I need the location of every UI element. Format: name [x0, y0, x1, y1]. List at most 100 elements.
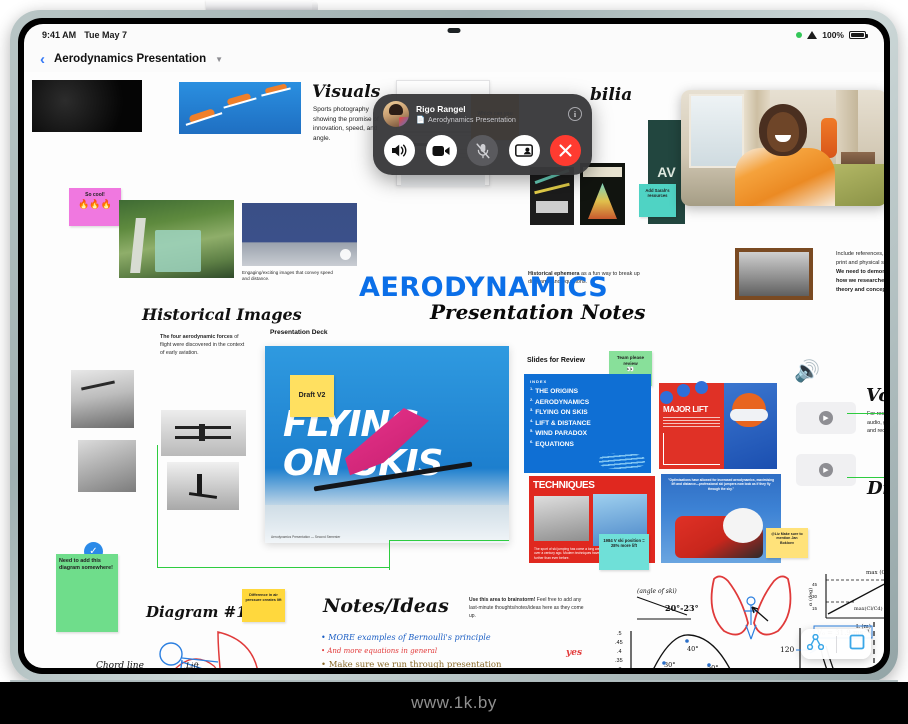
list-item: • Make sure we run through presentation: [321, 660, 502, 668]
svg-text:Chord line: Chord line: [96, 661, 144, 668]
close-x-icon: [559, 144, 572, 157]
chevron-down-icon[interactable]: ▼: [215, 55, 223, 64]
photo-ski-jumpers-blue[interactable]: [179, 82, 301, 134]
page-title: Aerodynamics Presentation: [54, 53, 207, 65]
list-item: 2. AERODYNAMICS: [530, 396, 590, 406]
major-lift-title: MAJOR LIFT: [663, 405, 708, 414]
square-shape-icon[interactable]: [849, 634, 865, 655]
memorabilia-heading: bilia: [590, 85, 633, 105]
shared-doc-name: Aerodynamics Presentation: [427, 114, 516, 124]
participant-body: [735, 148, 835, 206]
shared-doc-row: 📄 Aerodynamics Presentation: [416, 115, 516, 124]
back-chevron-icon[interactable]: ‹: [40, 52, 45, 67]
play-circle-icon[interactable]: ▶: [819, 463, 833, 477]
ipad-screen: 9:41 AM Tue May 7 100% ‹ Aerodynamics Pr…: [24, 24, 884, 668]
toolbar-divider: [836, 635, 837, 653]
svg-text:Lift: Lift: [185, 661, 200, 668]
facetime-header: Rigo Rangel 📄 Aerodynamics Presentation …: [383, 101, 582, 127]
play-circle-icon[interactable]: ▶: [819, 411, 833, 425]
photo-ski-ramp-blue[interactable]: [242, 203, 357, 266]
video-bg-window: [689, 94, 744, 168]
svg-text:120: 120: [780, 645, 795, 654]
participant-face: [767, 112, 799, 152]
card-index[interactable]: INDEX 1. THE ORIGINS 2. AERODYNAMICS 3. …: [524, 374, 651, 473]
status-date: Tue May 7: [84, 30, 128, 40]
watermark-band: www.1k.by: [0, 682, 908, 724]
list-item: 3. FLYING ON SKIS: [530, 407, 588, 417]
speaker-button[interactable]: [384, 135, 415, 166]
historical-body: The four aerodynamic forces of flight we…: [160, 334, 245, 357]
list-item: 6. EQUATIONS: [530, 438, 574, 448]
microphone-button[interactable]: [467, 135, 498, 166]
battery-percent: 100%: [822, 30, 844, 40]
shape-connector-icon[interactable]: [806, 633, 825, 655]
board-subtitle: Presentation Notes: [430, 300, 646, 324]
diagrams-heading-partial: Di: [867, 478, 884, 499]
card-quote-athlete[interactable]: "Optimisations have allowed for increase…: [661, 474, 781, 563]
ipad-bezel: 9:41 AM Tue May 7 100% ‹ Aerodynamics Pr…: [18, 18, 890, 674]
sticky-so-cool[interactable]: So cool! 🔥🔥🔥: [69, 188, 121, 226]
play-circle-icon[interactable]: [340, 249, 351, 260]
athlete-quote: "Optimisations have allowed for increase…: [667, 478, 775, 491]
watermark-text: www.1k.by: [411, 693, 497, 712]
svg-text:α (deg): α (deg): [807, 588, 814, 606]
end-call-button[interactable]: [550, 135, 581, 166]
shareplay-button[interactable]: [508, 135, 540, 166]
index-label: INDEX: [530, 379, 548, 384]
speaker-wave-icon[interactable]: 🔊: [794, 360, 820, 384]
photo-ski-hill[interactable]: [119, 200, 234, 278]
participant-name: Rigo Rangel: [416, 104, 466, 115]
svg-text:45: 45: [812, 582, 818, 587]
screenshot-root: 9:41 AM Tue May 7 100% ‹ Aerodynamics Pr…: [0, 0, 908, 724]
facetime-controls: [383, 135, 582, 166]
index-list: 1. THE ORIGINS 2. AERODYNAMICS 3. FLYING…: [530, 386, 645, 449]
share-screen-icon: [515, 143, 533, 157]
facetime-video-tile[interactable]: [681, 90, 884, 206]
photo-glider-1[interactable]: [71, 370, 134, 428]
list-item: 1. THE ORIGINS: [530, 386, 579, 396]
video-camera-icon: [432, 145, 450, 156]
svg-text:40°: 40°: [687, 645, 699, 653]
photo-glider-2[interactable]: [78, 440, 136, 492]
photo-framed-landscape[interactable]: [735, 248, 813, 300]
connector-green-deck: [157, 445, 389, 568]
connector-green-voice: [847, 413, 884, 478]
facetime-control-pill[interactable]: Rigo Rangel 📄 Aerodynamics Presentation …: [373, 94, 592, 175]
info-icon[interactable]: i: [568, 107, 582, 121]
fire-emoji: 🔥🔥🔥: [78, 199, 112, 210]
svg-text:.35: .35: [615, 658, 623, 664]
sticky-draft-v2[interactable]: Draft V2: [290, 375, 334, 417]
deck-label: Presentation Deck: [270, 329, 328, 336]
status-time: 9:41 AM: [42, 30, 77, 40]
avatar: [383, 101, 409, 127]
document-icon: 📄: [416, 114, 425, 124]
list-item: • And more equations in general: [321, 647, 438, 655]
svg-text:20°-23°: 20°-23°: [665, 603, 699, 613]
photo-ski-night[interactable]: [32, 80, 142, 132]
voice-heading: Vo: [866, 385, 884, 406]
wifi-icon: [807, 31, 818, 39]
historical-heading: Historical Images: [142, 305, 302, 324]
battery-icon: [849, 31, 868, 39]
sticky-add-sarah[interactable]: Add Sarah's resources: [639, 184, 676, 217]
reply-yes: yes: [566, 648, 583, 658]
card-major-lift[interactable]: MAJOR LIFT: [659, 381, 777, 469]
list-item: • MORE examples of Bernoulli's principle: [321, 633, 491, 642]
references-text: Include references, print and physical s…: [836, 251, 884, 293]
sticky-mention[interactable]: @Liz Make sure to mention Jan Bokloev: [766, 528, 808, 558]
svg-text:.4: .4: [617, 649, 622, 655]
poster-ski-jumping[interactable]: [530, 167, 574, 225]
notes-heading: Notes/Ideas: [323, 595, 449, 617]
connector-green-top: [389, 540, 509, 570]
slides-review-label: Slides for Review: [527, 357, 585, 364]
canvas-tool-popover[interactable]: [801, 629, 871, 659]
svg-text:(angle of ski): (angle of ski): [637, 588, 677, 595]
sticky-v-position[interactable]: 1984 V ski position = 28% more lift: [599, 534, 649, 570]
svg-text:max (Cl): max (Cl): [866, 569, 884, 576]
camera-button[interactable]: [425, 135, 457, 166]
sticky-pressure[interactable]: Difference in air pressure creates lift: [242, 589, 285, 622]
index-wave-graphic: [599, 453, 645, 469]
svg-text:max(Cl/Cd): max(Cl/Cd): [854, 605, 883, 612]
poster-chamonix[interactable]: [580, 163, 625, 225]
svg-text:.5: .5: [617, 631, 622, 637]
